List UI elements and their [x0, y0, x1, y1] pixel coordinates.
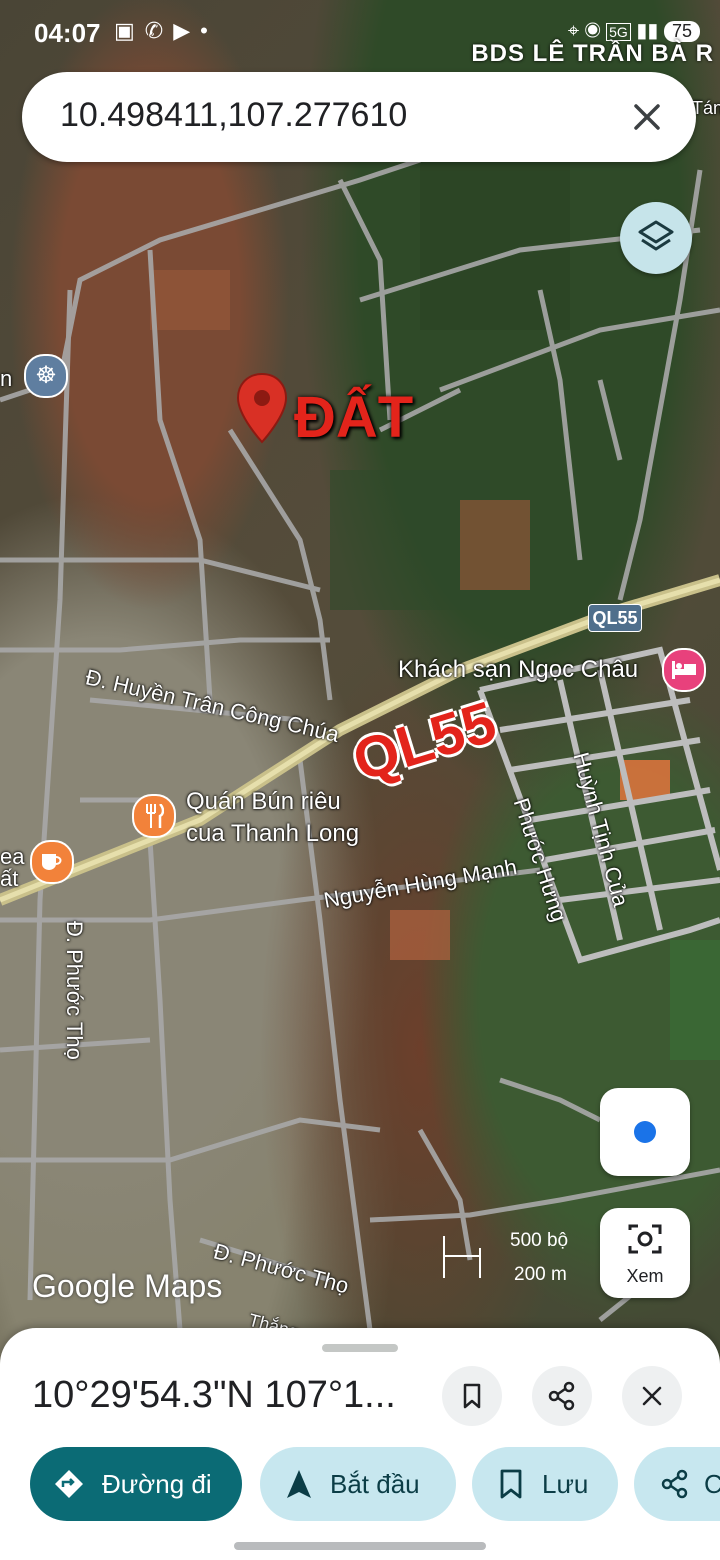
navigation-arrow-icon	[287, 1470, 311, 1498]
share-label: C	[704, 1469, 720, 1499]
dot-icon: •	[200, 18, 218, 43]
bed-icon	[672, 661, 696, 679]
status-left-icons: ▣✆▶•	[114, 18, 218, 44]
location-pin[interactable]	[236, 372, 288, 446]
marker-label: ĐẤT	[294, 385, 414, 450]
layers-icon	[638, 220, 674, 251]
directions-button[interactable]: Đường đi	[30, 1447, 242, 1521]
start-button[interactable]: Bắt đầu	[260, 1447, 456, 1521]
cup-icon	[42, 854, 62, 870]
gesture-nav-bar[interactable]	[234, 1542, 486, 1550]
restaurant-icon[interactable]	[132, 794, 176, 838]
drag-handle[interactable]	[322, 1344, 398, 1352]
poi-label[interactable]: n	[0, 366, 12, 392]
coffee-icon[interactable]	[30, 840, 74, 884]
close-icon	[642, 1386, 662, 1406]
share-icon	[548, 1381, 575, 1411]
place-sheet[interactable]: 10°29'54.3"N 107°1... Đường đi Bắt đầu L…	[0, 1328, 720, 1560]
route-shield: QL55	[588, 604, 642, 632]
edge-label: Tán	[692, 98, 720, 118]
screen-record-icon: ▣	[114, 18, 145, 43]
blue-dot-icon	[634, 1121, 656, 1143]
clear-search-button[interactable]	[622, 92, 672, 142]
save-button[interactable]: Lưu	[472, 1447, 618, 1521]
close-sheet-button[interactable]	[622, 1366, 682, 1426]
hotspot-icon: ◉	[584, 20, 601, 42]
search-query[interactable]: 10.498411,107.277610	[60, 96, 407, 135]
xem-label: Xem	[626, 1266, 664, 1286]
watermark: BDS LÊ TRẦN BÀ R	[471, 40, 714, 67]
save-icon-button[interactable]	[442, 1366, 502, 1426]
save-label: Lưu	[542, 1469, 589, 1499]
youtube-icon: ▶	[173, 18, 201, 43]
status-time: 04:07	[34, 18, 101, 48]
signal-icon: ▮▮	[636, 20, 659, 42]
5g-icon: 5G	[606, 23, 631, 41]
directions-icon	[55, 1470, 83, 1498]
layers-button[interactable]	[620, 202, 692, 274]
share-button[interactable]: C	[634, 1447, 720, 1521]
share-icon-button[interactable]	[532, 1366, 592, 1426]
share-icon	[661, 1469, 688, 1499]
xem-button[interactable]: Xem	[600, 1208, 690, 1298]
poi-label[interactable]: Khách sạn Ngọc Châu	[398, 656, 638, 684]
missed-call-icon: ✆	[144, 18, 174, 43]
search-bar[interactable]: 10.498411,107.277610	[22, 72, 696, 162]
temple-icon[interactable]: ☸	[24, 354, 68, 398]
close-icon	[634, 104, 660, 130]
coordinates-title: 10°29'54.3"N 107°1...	[32, 1374, 396, 1416]
bookmark-icon	[500, 1469, 522, 1499]
scale-imperial: 500 bộ	[510, 1230, 569, 1251]
fork-knife-icon	[146, 803, 165, 828]
hotel-icon[interactable]	[662, 648, 706, 692]
directions-label: Đường đi	[102, 1469, 212, 1499]
street-label: Đ. Phước Thọ	[62, 921, 87, 1060]
start-label: Bắt đầu	[330, 1469, 420, 1499]
my-location-button[interactable]	[600, 1088, 690, 1176]
battery-icon: 75	[663, 21, 700, 42]
scale-metric: 200 m	[514, 1264, 567, 1285]
poi-label[interactable]: ất	[0, 866, 18, 892]
poi-label[interactable]: Quán Bún riêu	[186, 788, 341, 816]
camera-lens-icon	[628, 1224, 662, 1254]
location-icon: ⌖	[567, 20, 580, 42]
bookmark-icon	[463, 1383, 481, 1409]
pin-icon	[236, 372, 288, 444]
google-maps-logo: Google Maps	[32, 1268, 223, 1304]
map-scale: 500 bộ 200 m	[440, 1228, 580, 1288]
poi-label[interactable]: cua Thanh Long	[186, 820, 359, 848]
